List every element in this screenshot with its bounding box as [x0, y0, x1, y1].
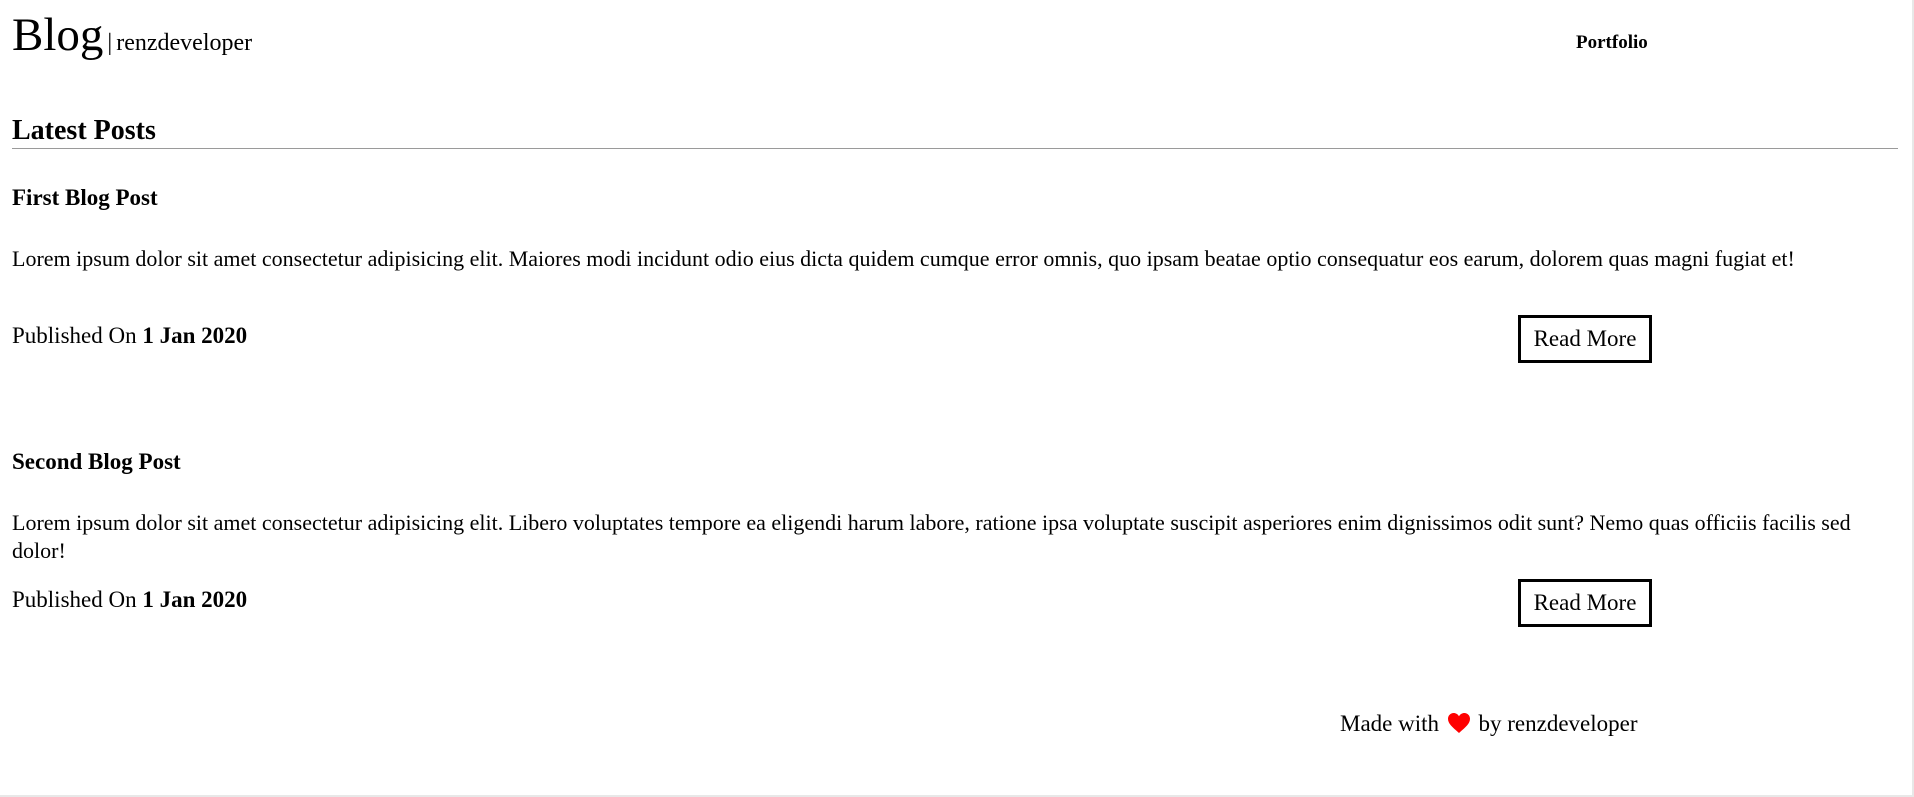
- post-meta: Published On 1 Jan 2020: [12, 587, 247, 613]
- site-footer: Made with by renzdeveloper: [1340, 711, 1638, 737]
- brand-subtitle: renzdeveloper: [116, 30, 253, 56]
- heart-icon: [1447, 713, 1470, 733]
- blog-page: Blog | renzdeveloper Portfolio Latest Po…: [0, 0, 1914, 797]
- section-title: Latest Posts: [12, 115, 156, 146]
- post-title: First Blog Post: [12, 185, 158, 210]
- post-meta: Published On 1 Jan 2020: [12, 323, 247, 349]
- section-divider: [12, 148, 1898, 149]
- post-excerpt: Lorem ipsum dolor sit amet consectetur a…: [12, 510, 1851, 563]
- read-more-button[interactable]: Read More: [1518, 315, 1652, 363]
- footer-by-author: by renzdeveloper: [1478, 711, 1638, 736]
- nav-link-portfolio[interactable]: Portfolio: [1576, 32, 1648, 54]
- post-date: 1 Jan 2020: [142, 587, 248, 612]
- site-header: Blog | renzdeveloper Portfolio: [12, 12, 1902, 72]
- published-label: Published On: [12, 323, 137, 348]
- brand-separator: |: [107, 30, 113, 56]
- brand: Blog | renzdeveloper: [12, 12, 252, 59]
- brand-title: Blog: [12, 9, 104, 61]
- footer-made-with: Made with: [1340, 711, 1440, 736]
- post-excerpt: Lorem ipsum dolor sit amet consectetur a…: [12, 246, 1795, 271]
- post-date: 1 Jan 2020: [142, 323, 248, 348]
- read-more-button[interactable]: Read More: [1518, 579, 1652, 627]
- published-label: Published On: [12, 587, 137, 612]
- post-title: Second Blog Post: [12, 449, 181, 474]
